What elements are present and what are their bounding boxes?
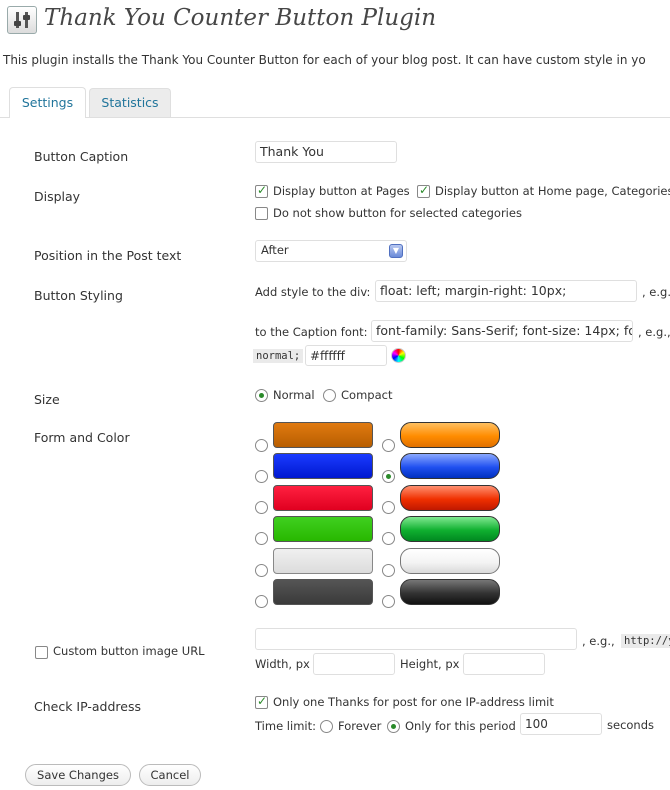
color-swatch[interactable]: [273, 579, 373, 605]
display-pages-checkbox[interactable]: [255, 183, 268, 198]
form-color-label: Form and Color: [34, 430, 130, 445]
button-caption-input[interactable]: Thank You: [255, 141, 397, 163]
display-pages-label: Display button at Pages: [273, 184, 410, 198]
size-compact-label: Compact: [341, 388, 393, 402]
tab-statistics[interactable]: Statistics: [89, 88, 171, 117]
caption-font-label: to the Caption font:: [255, 325, 368, 339]
color-swatch[interactable]: [273, 516, 373, 542]
size-compact-radio[interactable]: [323, 389, 336, 402]
color-radio[interactable]: [382, 470, 395, 483]
color-radio[interactable]: [255, 532, 268, 545]
div-style-eg: , e.g.: [642, 285, 670, 299]
intro-text: This plugin installs the Thank You Count…: [3, 53, 646, 67]
size-label: Size: [34, 392, 60, 407]
color-radio[interactable]: [255, 564, 268, 577]
color-radio[interactable]: [382, 439, 395, 452]
height-input[interactable]: [463, 653, 545, 675]
color-swatch[interactable]: [400, 485, 500, 511]
color-radio[interactable]: [255, 470, 268, 483]
exclude-categories-label: Do not show button for selected categori…: [273, 206, 522, 220]
time-limit-label: Time limit:: [255, 719, 316, 733]
color-swatch[interactable]: [273, 548, 373, 574]
size-normal-radio[interactable]: [255, 389, 268, 402]
caption-font-input[interactable]: font-family: Sans-Serif; font-size: 14px…: [371, 320, 633, 342]
time-limit-forever-label: Forever: [338, 719, 382, 733]
width-label: Width, px: [255, 657, 310, 671]
check-ip-label: Check IP-address: [34, 699, 141, 714]
color-radio[interactable]: [255, 595, 268, 608]
custom-image-eg: , e.g.,: [582, 634, 615, 648]
time-limit-period-label: Only for this period: [405, 719, 516, 733]
div-style-input[interactable]: float: left; margin-right: 10px;: [375, 280, 637, 302]
color-swatch[interactable]: [273, 422, 373, 448]
color-input[interactable]: #ffffff: [305, 345, 387, 366]
button-styling-label: Button Styling: [34, 288, 123, 303]
width-input[interactable]: [313, 653, 395, 675]
custom-image-checkbox[interactable]: [35, 646, 48, 659]
position-selected-value: After: [261, 243, 289, 257]
normal-code-sample: normal;: [253, 349, 304, 363]
color-radio[interactable]: [382, 532, 395, 545]
position-select[interactable]: After: [255, 240, 407, 262]
color-swatch[interactable]: [400, 516, 500, 542]
period-seconds-input[interactable]: 100: [520, 713, 602, 735]
page-title: Thank You Counter Button Plugin: [44, 5, 437, 31]
color-wheel-icon[interactable]: [391, 348, 406, 363]
color-swatch[interactable]: [400, 422, 500, 448]
color-radio[interactable]: [382, 595, 395, 608]
height-label: Height, px: [400, 657, 460, 671]
time-limit-forever-radio[interactable]: [320, 720, 333, 733]
color-swatch[interactable]: [273, 453, 373, 479]
color-radio[interactable]: [382, 564, 395, 577]
color-radio[interactable]: [255, 501, 268, 514]
exclude-categories-checkbox[interactable]: [255, 207, 268, 220]
one-thanks-per-ip-checkbox[interactable]: [255, 694, 268, 709]
tabs-divider: [0, 117, 670, 118]
div-style-label: Add style to the div:: [255, 285, 371, 299]
save-changes-button[interactable]: Save Changes: [25, 764, 131, 786]
chevron-down-icon[interactable]: ▼: [389, 244, 403, 258]
color-swatch[interactable]: [400, 548, 500, 574]
color-swatch[interactable]: [400, 453, 500, 479]
color-swatch[interactable]: [400, 579, 500, 605]
display-home-checkbox[interactable]: [417, 183, 430, 198]
size-normal-label: Normal: [273, 388, 315, 402]
custom-image-url-input[interactable]: [255, 628, 577, 650]
caption-font-eg: , e.g.,: [638, 325, 670, 339]
custom-image-eg-code: http://y: [621, 634, 670, 648]
display-label: Display: [34, 189, 81, 204]
tab-settings[interactable]: Settings: [9, 87, 86, 118]
cancel-button[interactable]: Cancel: [139, 764, 201, 786]
seconds-label: seconds: [607, 718, 655, 732]
color-radio[interactable]: [255, 439, 268, 452]
display-home-label: Display button at Home page, Categories: [435, 184, 670, 198]
one-thanks-per-ip-label: Only one Thanks for post for one IP-addr…: [273, 695, 554, 709]
color-swatch[interactable]: [273, 485, 373, 511]
custom-image-label: Custom button image URL: [53, 644, 205, 658]
time-limit-period-radio[interactable]: [387, 720, 400, 733]
button-caption-label: Button Caption: [34, 149, 129, 164]
color-radio[interactable]: [382, 501, 395, 514]
position-label: Position in the Post text: [34, 248, 182, 263]
plugin-settings-icon: [7, 6, 37, 34]
